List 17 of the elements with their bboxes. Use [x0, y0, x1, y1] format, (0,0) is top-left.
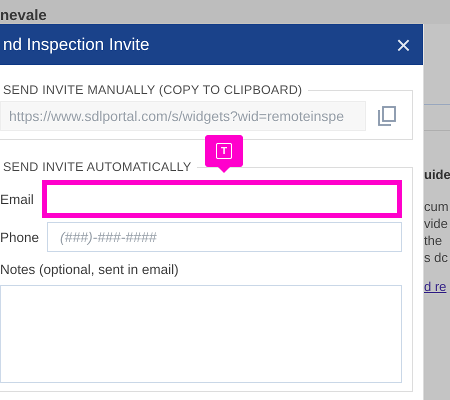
- close-button[interactable]: ×: [396, 34, 411, 56]
- page-title: nevale: [0, 7, 47, 25]
- link[interactable]: d re: [424, 279, 450, 294]
- group-legend: SEND INVITE MANUALLY (COPY TO CLIPBOARD): [0, 83, 308, 97]
- section-heading: uide: [424, 167, 450, 182]
- dialog-title: nd Inspection Invite: [3, 34, 150, 54]
- group-legend: SEND INVITE AUTOMATICALLY: [0, 160, 198, 174]
- highlighted-input-field[interactable]: [42, 180, 402, 218]
- body-text: s dc: [424, 249, 449, 266]
- notes-field[interactable]: [0, 285, 402, 383]
- copy-icon[interactable]: [378, 106, 396, 126]
- field-label: Phone: [0, 230, 40, 244]
- field-label: Notes (optional, sent in email): [0, 262, 180, 277]
- body-text: vide: [424, 215, 449, 232]
- body-text: cum: [424, 198, 450, 215]
- body-text: the: [424, 232, 444, 249]
- field-label: Email: [0, 192, 35, 206]
